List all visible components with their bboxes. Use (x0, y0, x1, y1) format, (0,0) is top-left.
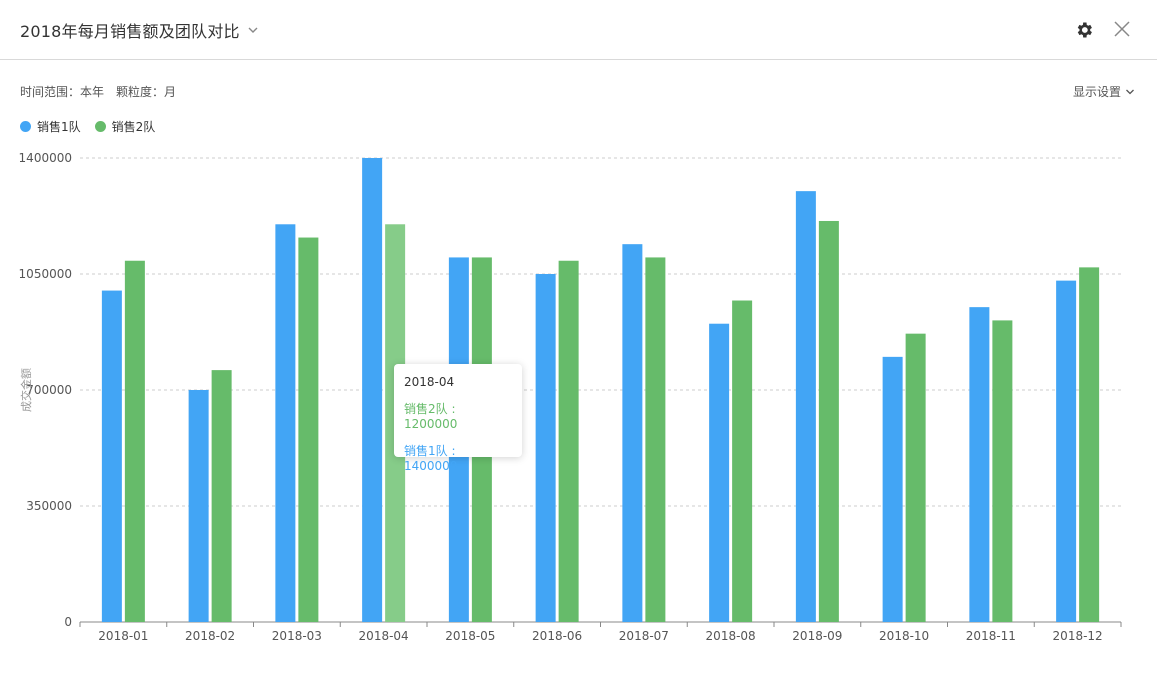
x-tick-label: 2018-12 (1053, 629, 1103, 643)
y-tick-label: 0 (64, 615, 72, 629)
x-tick-label: 2018-06 (532, 629, 582, 643)
x-tick-label: 2018-04 (359, 629, 409, 643)
bar-team1-2018-10 (882, 356, 903, 622)
bar-team1-2018-08 (709, 323, 730, 622)
bar-team2-2018-12 (1079, 267, 1100, 622)
x-tick-label: 2018-01 (98, 629, 148, 643)
y-tick-label: 1050000 (19, 267, 72, 281)
tooltip-row-team1: 销售1队 : 1400000 (404, 444, 458, 473)
x-tick-label: 2018-10 (879, 629, 929, 643)
bar-team2-2018-03 (298, 237, 319, 623)
bar-team1-2018-02 (188, 390, 209, 622)
x-tick-label: 2018-03 (272, 629, 322, 643)
bar-team1-2018-11 (969, 307, 990, 622)
bar-team2-2018-10 (905, 333, 926, 622)
tooltip-title: 2018-04 (404, 375, 455, 389)
bar-team1-2018-09 (795, 191, 816, 622)
bar-team2-2018-11 (992, 320, 1013, 622)
bar-team2-2018-09 (818, 220, 839, 622)
bar-team2-2018-06 (558, 260, 579, 622)
x-tick-label: 2018-11 (966, 629, 1016, 643)
bar-team1-2018-06 (535, 274, 556, 622)
x-tick-label: 2018-07 (619, 629, 669, 643)
bar-team2-2018-02 (211, 370, 232, 622)
y-tick-label: 350000 (26, 499, 72, 513)
x-tick-label: 2018-02 (185, 629, 235, 643)
bar-team1-2018-01 (101, 290, 122, 622)
tooltip-row-team2: 销售2队 : 1200000 (404, 402, 458, 431)
bar-team1-2018-12 (1056, 280, 1077, 622)
bar-team2-2018-07 (645, 257, 666, 622)
y-tick-label: 1400000 (19, 151, 72, 165)
bar-team1-2018-07 (622, 244, 643, 622)
y-axis-label: 成交金额 (19, 368, 33, 412)
x-tick-label: 2018-09 (792, 629, 842, 643)
bar-chart: 0 350000 700000 1050000 1400000 成交金额 2018-01 20… (19, 151, 1122, 643)
bar-team2-2018-08 (732, 300, 753, 622)
y-tick-label: 700000 (26, 383, 72, 397)
bar-team1-2018-04 (362, 158, 383, 622)
bar-team1-2018-03 (275, 224, 296, 623)
x-tick-label: 2018-05 (445, 629, 495, 643)
x-tick-label: 2018-08 (706, 629, 756, 643)
chart-tooltip: 2018-04 销售2队 : 1200000 销售1队 : 1400000 (394, 364, 522, 473)
bar-team2-2018-01 (124, 260, 145, 622)
